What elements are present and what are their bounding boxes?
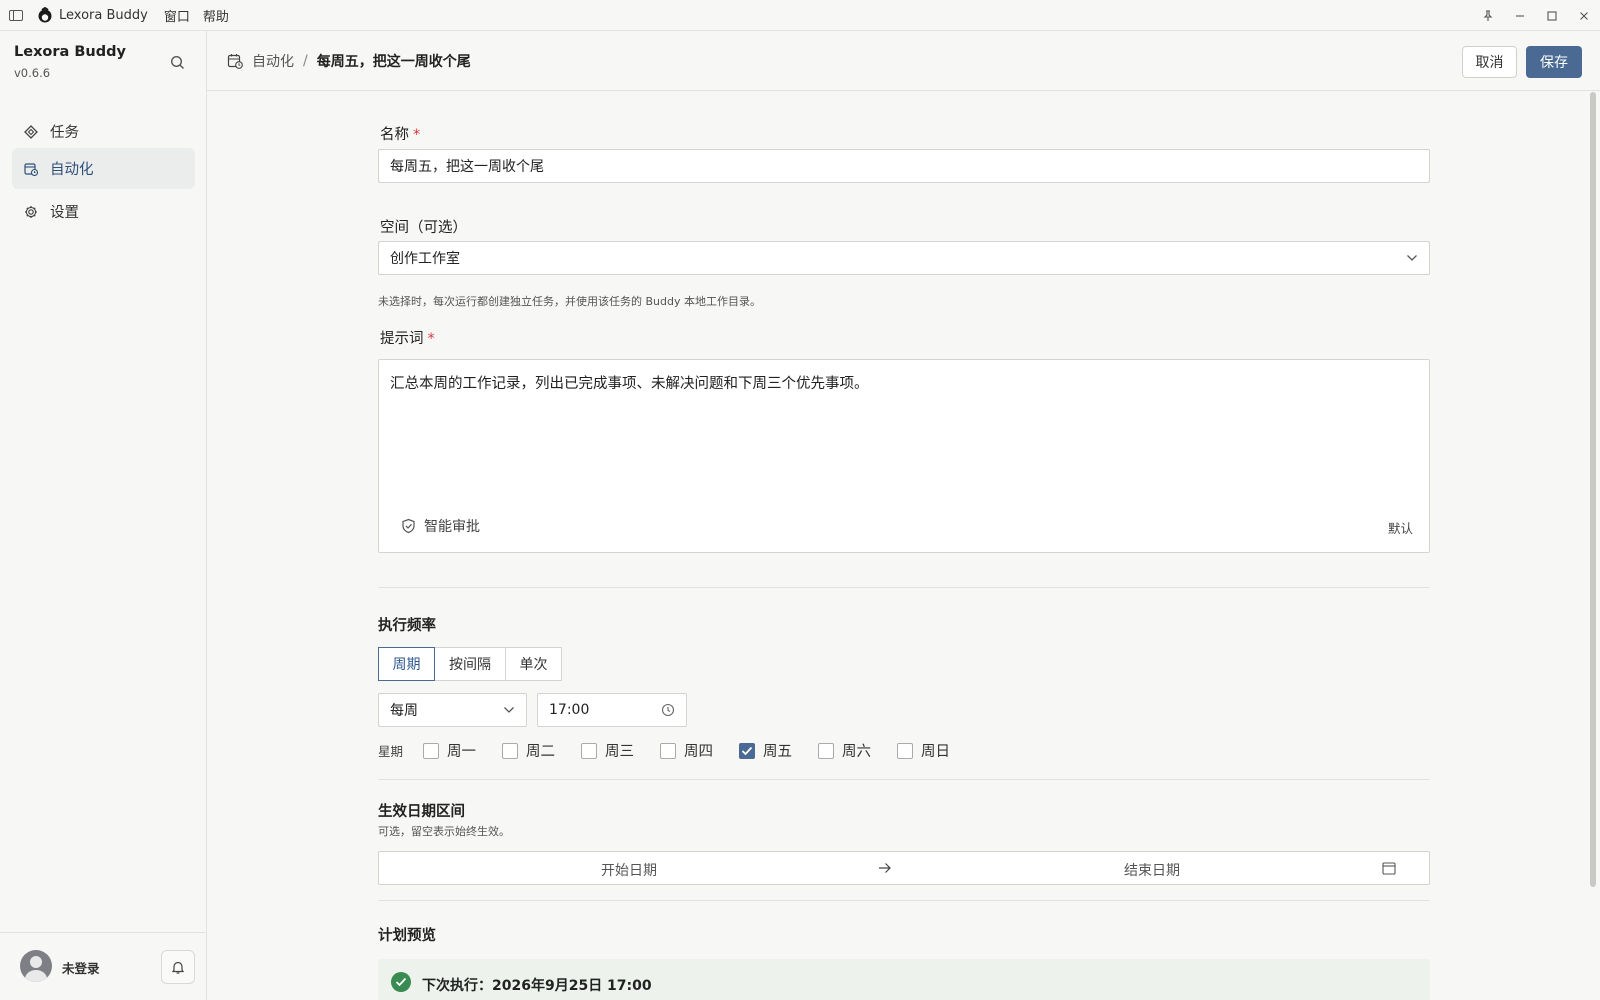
calendar-clock-icon (227, 54, 243, 69)
checkbox[interactable] (581, 742, 598, 759)
name-label: 名称 * (380, 127, 421, 143)
cancel-button[interactable]: 取消 (1462, 46, 1517, 78)
chevron-down-icon (504, 707, 514, 713)
frequency-title: 执行频率 (378, 618, 436, 634)
smart-approval-toggle[interactable]: 智能审批 (401, 516, 480, 536)
scrollbar[interactable] (1590, 92, 1596, 887)
weekday-sat-checkbox[interactable]: 周六 (818, 740, 871, 761)
sidebar-item-automation[interactable]: 自动化 (12, 148, 195, 189)
weekday-mon-checkbox[interactable]: 周一 (423, 740, 476, 761)
minimize-icon[interactable] (1504, 0, 1536, 31)
date-range-picker[interactable]: 开始日期 结束日期 (378, 851, 1430, 885)
name-input[interactable]: 每周五，把这一周收个尾 (378, 149, 1430, 183)
sidebar-app-title: Lexora Buddy (14, 44, 126, 60)
divider (378, 587, 1430, 588)
automation-form-area: 名称 * 每周五，把这一周收个尾 空间（可选） 创作工作室 未选择时，每次运行都创… (207, 92, 1600, 1000)
sidebar: Lexora Buddy v0.6.6 任务 自动化 设置 未登录 (0, 31, 207, 1000)
smart-approval-label: 智能审批 (424, 519, 480, 535)
prompt-text: 汇总本周的工作记录，列出已完成事项、未解决问题和下周三个优先事项。 (390, 376, 869, 392)
app-name: Lexora Buddy (59, 7, 148, 23)
weekday-label: 星期 (378, 744, 404, 759)
notifications-button[interactable] (161, 950, 195, 984)
sidebar-item-label: 设置 (50, 205, 79, 221)
chevron-down-icon (1407, 255, 1417, 261)
time-value: 17:00 (549, 702, 590, 718)
tab-interval[interactable]: 按间隔 (434, 647, 506, 681)
plan-preview-card: 下次执行：2026年9月25日 17:00 (378, 959, 1430, 1000)
diamond-icon (24, 124, 38, 139)
breadcrumb: 自动化 / 每周五，把这一周收个尾 (227, 51, 471, 71)
space-help-text: 未选择时，每次运行都创建独立任务，并使用该任务的 Buddy 本地工作目录。 (378, 295, 761, 308)
arrow-right-icon (879, 863, 891, 873)
title-bar: Lexora Buddy 窗口 帮助 (0, 0, 1600, 31)
weekday-wed-checkbox[interactable]: 周三 (581, 740, 634, 761)
sidebar-item-label: 自动化 (50, 162, 94, 178)
bell-icon (171, 961, 185, 974)
check-circle-icon (391, 972, 411, 992)
space-value: 创作工作室 (390, 251, 460, 267)
checkbox[interactable] (818, 742, 835, 759)
divider (378, 779, 1430, 780)
checkbox[interactable] (660, 742, 677, 759)
check-icon (741, 746, 753, 755)
period-select[interactable]: 每周 (378, 693, 527, 727)
frequency-mode-tabs: 周期 按间隔 单次 (378, 647, 562, 681)
menu-window[interactable]: 窗口 (164, 6, 190, 25)
app-logo-icon (38, 7, 52, 23)
plan-preview-title: 计划预览 (378, 928, 436, 944)
sidebar-item-tasks[interactable]: 任务 (12, 111, 195, 152)
menu-help[interactable]: 帮助 (203, 6, 229, 25)
weekday-tue-checkbox[interactable]: 周二 (502, 740, 555, 761)
start-date-input[interactable]: 开始日期 (601, 860, 657, 880)
avatar[interactable] (20, 950, 52, 982)
sidebar-item-label: 任务 (50, 125, 79, 141)
space-label: 空间（可选） (380, 220, 467, 236)
tab-periodic[interactable]: 周期 (378, 647, 435, 681)
checkbox[interactable] (423, 742, 440, 759)
divider (378, 900, 1430, 901)
search-icon[interactable] (168, 53, 188, 73)
date-range-title: 生效日期区间 (378, 804, 465, 820)
breadcrumb-separator: / (303, 53, 308, 69)
calendar-clock-icon (24, 162, 38, 176)
shield-check-icon (402, 518, 415, 534)
pin-icon[interactable] (1472, 0, 1504, 31)
weekday-sun-checkbox[interactable]: 周日 (897, 740, 950, 761)
next-run-text: 下次执行：2026年9月25日 17:00 (422, 978, 652, 994)
page-header: 自动化 / 每周五，把这一周收个尾 取消 保存 (207, 31, 1600, 91)
save-button[interactable]: 保存 (1526, 46, 1582, 78)
weekday-thu-checkbox[interactable]: 周四 (660, 740, 713, 761)
prompt-label: 提示词 * (380, 331, 435, 347)
maximize-icon[interactable] (1536, 0, 1568, 31)
checkbox[interactable] (502, 742, 519, 759)
weekday-selector: 星期 周一 周二 周三 周四 周五 周六 周日 (378, 740, 950, 761)
sidebar-toggle-icon[interactable] (9, 9, 23, 21)
end-date-input[interactable]: 结束日期 (1124, 860, 1180, 880)
approval-mode-default[interactable]: 默认 (1388, 518, 1413, 537)
app-version: v0.6.6 (14, 66, 51, 80)
prompt-textarea[interactable]: 汇总本周的工作记录，列出已完成事项、未解决问题和下周三个优先事项。 智能审批 默… (378, 359, 1430, 553)
calendar-icon (1382, 862, 1396, 875)
sidebar-footer: 未登录 (0, 932, 206, 1000)
tab-once[interactable]: 单次 (505, 647, 562, 681)
page-title: 每周五，把这一周收个尾 (316, 54, 471, 70)
checkbox-checked[interactable] (739, 742, 756, 759)
checkbox[interactable] (897, 742, 914, 759)
weekday-fri-checkbox[interactable]: 周五 (739, 740, 792, 761)
close-icon[interactable] (1568, 0, 1600, 31)
breadcrumb-parent[interactable]: 自动化 (252, 51, 294, 71)
space-select[interactable]: 创作工作室 (378, 241, 1430, 275)
gear-icon (25, 205, 37, 218)
date-range-help: 可选，留空表示始终生效。 (378, 825, 510, 838)
period-value: 每周 (390, 703, 418, 719)
clock-icon (661, 703, 675, 717)
sidebar-item-settings[interactable]: 设置 (12, 191, 195, 232)
time-picker[interactable]: 17:00 (537, 693, 687, 727)
user-status[interactable]: 未登录 (62, 958, 100, 977)
